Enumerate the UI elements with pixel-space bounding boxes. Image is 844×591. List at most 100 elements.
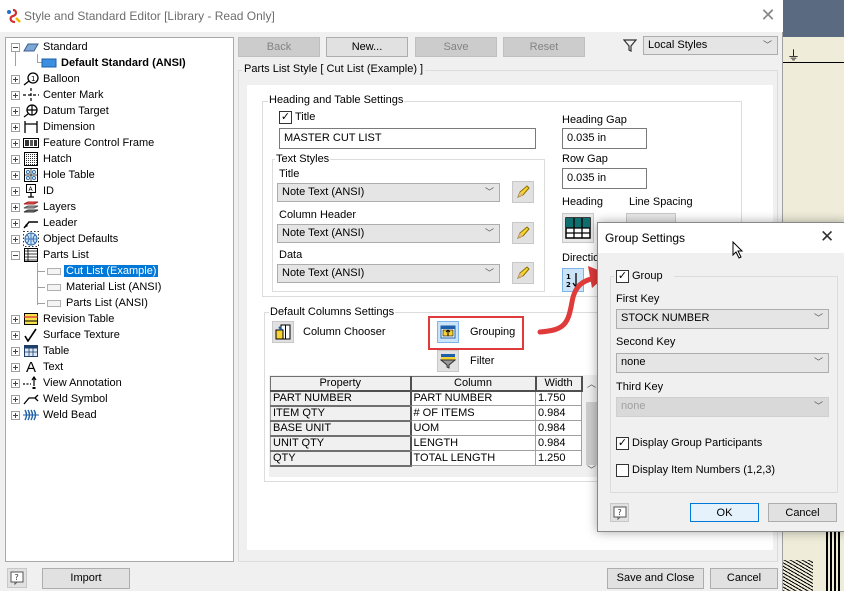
tree-item-hole-table[interactable]: Hole Table bbox=[11, 167, 97, 183]
expand-icon[interactable] bbox=[11, 362, 20, 372]
tree-item-parts-list[interactable]: Parts List bbox=[11, 247, 91, 263]
tree-item-revision-table[interactable]: Revision Table bbox=[11, 311, 116, 327]
table-row[interactable]: ITEM QTY # OF ITEMS 0.984 bbox=[270, 405, 582, 422]
expand-icon[interactable] bbox=[11, 330, 20, 340]
weld-symbol-icon bbox=[23, 392, 39, 406]
expand-icon[interactable] bbox=[11, 122, 20, 132]
column-cell[interactable]: # OF ITEMS bbox=[410, 405, 536, 421]
data-text-style-select[interactable]: Note Text (ANSI) ﹀ bbox=[277, 264, 500, 283]
tree-item-surface-texture[interactable]: Surface Texture bbox=[11, 327, 122, 343]
heading-gap-input[interactable]: 0.035 in bbox=[562, 128, 647, 149]
tree-item-table[interactable]: Table bbox=[11, 343, 71, 359]
column-cell[interactable]: LENGTH bbox=[410, 435, 536, 451]
save-button[interactable]: Save bbox=[415, 37, 497, 57]
tree-item-default-standard[interactable]: Default Standard (ANSI) bbox=[41, 55, 188, 71]
group-checkbox[interactable]: ✓ bbox=[616, 270, 629, 283]
close-icon[interactable]: ✕ bbox=[820, 227, 834, 247]
back-button[interactable]: Back bbox=[238, 37, 320, 57]
column-cell[interactable]: UOM bbox=[410, 420, 536, 436]
close-icon[interactable]: ✕ bbox=[758, 5, 778, 25]
reset-button[interactable]: Reset bbox=[503, 37, 585, 57]
edit-title-style-button[interactable] bbox=[512, 181, 534, 203]
tree-item-leader[interactable]: Leader bbox=[11, 215, 79, 231]
table-row[interactable]: PART NUMBER PART NUMBER 1.750 bbox=[270, 390, 582, 407]
tree-item-id[interactable]: A ID bbox=[11, 183, 56, 199]
heading-position-button[interactable] bbox=[562, 213, 594, 243]
row-gap-input[interactable]: 0.035 in bbox=[562, 168, 647, 189]
tree-item-view-annotation[interactable]: View Annotation bbox=[11, 375, 124, 391]
tree-item-material-list[interactable]: Material List (ANSI) bbox=[47, 279, 163, 295]
expand-icon[interactable] bbox=[11, 346, 20, 356]
ok-button[interactable]: OK bbox=[690, 503, 759, 522]
first-key-select[interactable]: STOCK NUMBER ﹀ bbox=[616, 309, 829, 329]
expand-icon[interactable] bbox=[11, 170, 20, 180]
width-cell[interactable]: 1.750 bbox=[535, 390, 582, 406]
scroll-up-icon[interactable]: ︿ bbox=[587, 377, 596, 390]
second-key-select[interactable]: none ﹀ bbox=[616, 353, 829, 373]
tree-item-layers[interactable]: Layers bbox=[11, 199, 78, 215]
expand-icon[interactable] bbox=[11, 90, 20, 100]
edit-column-header-style-button[interactable] bbox=[512, 222, 534, 244]
import-button[interactable]: Import bbox=[42, 568, 130, 589]
tree-item-standard[interactable]: Standard bbox=[11, 39, 90, 55]
tree-item-balloon[interactable]: 1 Balloon bbox=[11, 71, 82, 87]
tree-item-weld-symbol[interactable]: Weld Symbol bbox=[11, 391, 110, 407]
tree-item-weld-bead[interactable]: Weld Bead bbox=[11, 407, 99, 423]
title-text-input[interactable]: MASTER CUT LIST bbox=[279, 128, 536, 149]
expand-icon[interactable] bbox=[11, 106, 20, 116]
expand-icon[interactable] bbox=[11, 314, 20, 324]
display-group-participants-checkbox[interactable]: ✓ bbox=[616, 437, 629, 450]
cancel-button[interactable]: Cancel bbox=[710, 568, 778, 589]
tree-item-datum-target[interactable]: Datum Target bbox=[11, 103, 111, 119]
width-cell[interactable]: 0.984 bbox=[535, 420, 582, 436]
scroll-down-icon[interactable]: ﹀ bbox=[587, 463, 596, 476]
style-filter-select[interactable]: Local Styles ﹀ bbox=[643, 36, 778, 55]
tree-item-feature-control-frame[interactable]: Feature Control Frame bbox=[11, 135, 156, 151]
column-header-column[interactable]: Column bbox=[410, 376, 537, 392]
table-row[interactable]: BASE UNIT UOM 0.984 bbox=[270, 420, 582, 437]
tree-item-center-mark[interactable]: Center Mark bbox=[11, 87, 106, 103]
table-row[interactable]: UNIT QTY LENGTH 0.984 bbox=[270, 435, 582, 452]
collapse-icon[interactable] bbox=[11, 250, 20, 260]
title-checkbox[interactable]: ✓ bbox=[279, 111, 292, 124]
expand-icon[interactable] bbox=[11, 138, 20, 148]
table-row[interactable]: QTY TOTAL LENGTH 1.250 bbox=[270, 450, 582, 467]
scrollbar-thumb[interactable] bbox=[586, 402, 597, 465]
column-header-property[interactable]: Property bbox=[270, 376, 412, 392]
tree-item-text[interactable]: A Text bbox=[11, 359, 65, 376]
column-cell[interactable]: PART NUMBER bbox=[410, 390, 536, 406]
tree-item-hatch[interactable]: Hatch bbox=[11, 151, 74, 167]
expand-icon[interactable] bbox=[11, 234, 20, 244]
tree-item-cut-list[interactable]: Cut List (Example) bbox=[47, 263, 159, 279]
expand-icon[interactable] bbox=[11, 394, 20, 404]
column-header-width[interactable]: Width bbox=[535, 376, 583, 392]
filter-button[interactable] bbox=[437, 350, 459, 372]
columns-table[interactable]: Property Column Width PART NUMBER PART N… bbox=[270, 376, 583, 467]
expand-icon[interactable] bbox=[11, 378, 20, 388]
expand-icon[interactable] bbox=[11, 218, 20, 228]
tree-item-dimension[interactable]: Dimension bbox=[11, 119, 97, 135]
column-header-text-style-select[interactable]: Note Text (ANSI) ﹀ bbox=[277, 224, 500, 243]
collapse-icon[interactable] bbox=[11, 42, 20, 52]
width-cell[interactable]: 0.984 bbox=[535, 435, 582, 451]
tree-item-object-defaults[interactable]: Object Defaults bbox=[11, 231, 120, 247]
help-button[interactable]: ? bbox=[7, 568, 27, 588]
dialog-help-button[interactable]: ? bbox=[610, 503, 629, 522]
expand-icon[interactable] bbox=[11, 186, 20, 196]
width-cell[interactable]: 1.250 bbox=[535, 450, 582, 466]
column-chooser-button[interactable] bbox=[272, 321, 294, 343]
expand-icon[interactable] bbox=[11, 154, 20, 164]
tree-item-parts-list-ansi[interactable]: Parts List (ANSI) bbox=[47, 295, 150, 311]
expand-icon[interactable] bbox=[11, 410, 20, 420]
third-key-select[interactable]: none ﹀ bbox=[616, 397, 829, 417]
title-text-style-select[interactable]: Note Text (ANSI) ﹀ bbox=[277, 183, 500, 202]
expand-icon[interactable] bbox=[11, 202, 20, 212]
column-cell[interactable]: TOTAL LENGTH bbox=[410, 450, 536, 466]
save-and-close-button[interactable]: Save and Close bbox=[607, 568, 704, 589]
expand-icon[interactable] bbox=[11, 74, 20, 84]
display-item-numbers-checkbox[interactable] bbox=[616, 464, 629, 477]
width-cell[interactable]: 0.984 bbox=[535, 405, 582, 421]
style-tree[interactable]: Standard Default Standard (ANSI) 1 Ballo… bbox=[5, 37, 234, 562]
dialog-cancel-button[interactable]: Cancel bbox=[768, 503, 837, 522]
new-button[interactable]: New... bbox=[326, 37, 408, 57]
